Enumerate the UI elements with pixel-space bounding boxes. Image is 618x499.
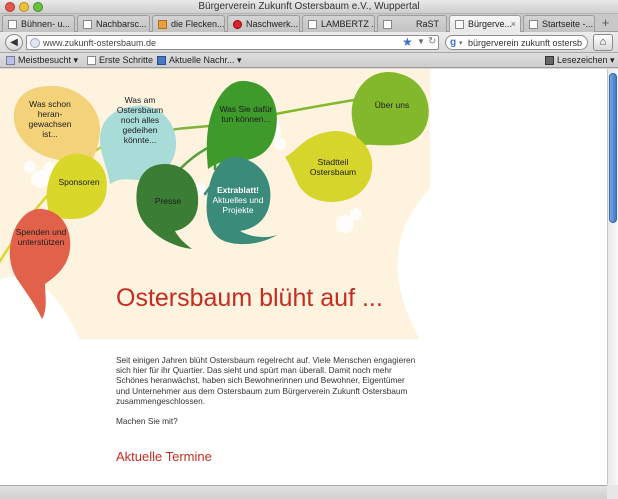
page-icon: [455, 20, 464, 29]
tab-naschwerk[interactable]: Naschwerk...: [227, 15, 300, 32]
tab-label: LAMBERTZ ...: [321, 19, 375, 29]
address-bar[interactable]: ★ ▼ ↻: [26, 35, 439, 50]
bookmark-label: Aktuelle Nachr...: [169, 55, 235, 65]
page-headline: Ostersbaum blüht auf ...: [116, 284, 383, 312]
globe-icon: [30, 38, 40, 48]
window-title-bar: Bürgerverein Zukunft Ostersbaum e.V., Wu…: [0, 0, 618, 14]
call-to-action-text: Machen Sie mit?: [116, 416, 178, 426]
bookmarks-folder-icon: [6, 56, 15, 65]
close-tab-icon[interactable]: ×: [511, 19, 516, 29]
bookmark-label: Erste Schritte: [99, 55, 154, 65]
status-bar: [0, 485, 607, 499]
google-icon[interactable]: g: [450, 37, 456, 48]
tab-label: RaST: [416, 19, 440, 29]
orange-site-icon: [158, 20, 167, 29]
navigation-toolbar: ◀ ★ ▼ ↻ g ▾ ⌂: [0, 32, 618, 53]
tab-nachbarschaft[interactable]: Nachbarsc...: [77, 15, 150, 32]
nav-leaf-was-schon[interactable]: Was schon heran- gewachsen ist...: [22, 99, 78, 139]
bookmarks-icon: [545, 56, 554, 65]
intro-paragraph: Seit einigen Jahren blüht Ostersbaum reg…: [116, 355, 416, 406]
nav-leaf-ueber-uns[interactable]: Über uns: [362, 100, 422, 110]
nav-leaf-spenden[interactable]: Spenden und unterstützen: [12, 227, 70, 247]
leaf-line: Über uns: [374, 100, 410, 110]
page-icon: [383, 20, 392, 29]
leaf-line: Stadtteil: [317, 157, 349, 167]
back-button[interactable]: ◀: [5, 34, 23, 51]
tab-strip: Bühnen- u... Nachbarsc... die Flecken...…: [0, 14, 618, 33]
leaf-line: Ostersbaum: [309, 167, 357, 177]
tab-label: Nachbarsc...: [96, 19, 147, 29]
leaf-line: Projekte: [222, 205, 254, 215]
bookmarks-menu-button[interactable]: Lesezeichen ▾: [545, 55, 615, 66]
home-button[interactable]: ⌂: [593, 34, 613, 51]
search-input[interactable]: [468, 37, 586, 49]
scrollbar-thumb[interactable]: [609, 73, 617, 223]
nav-leaf-was-sie-dafuer[interactable]: Was Sie dafür tun können...: [214, 104, 278, 124]
leaf-line: Spenden und: [15, 227, 67, 237]
tab-label: Bühnen- u...: [21, 19, 71, 29]
leaf-line: Was schon: [29, 99, 71, 109]
leaf-line: ist...: [42, 129, 58, 139]
bookmark-label: Meistbesucht: [18, 55, 72, 65]
leaf-line: noch alles: [120, 115, 160, 125]
section-heading-termine: Aktuelle Termine: [116, 449, 212, 464]
page-icon: [8, 20, 17, 29]
back-arrow-icon: ◀: [10, 37, 18, 48]
leaf-ueber-uns: [351, 71, 429, 149]
tab-die-flecken[interactable]: die Flecken...: [152, 15, 225, 32]
window-title: Bürgerverein Zukunft Ostersbaum e.V., Wu…: [198, 1, 420, 12]
search-engine-dropdown-icon[interactable]: ▾: [459, 39, 463, 47]
reload-icon[interactable]: ↻: [428, 36, 436, 47]
leaf-line: Ostersbaum: [116, 105, 164, 115]
nav-leaf-was-am-ostersbaum[interactable]: Was am Ostersbaum noch alles gedeihen kö…: [110, 95, 170, 145]
leaf-line: könnte...: [123, 135, 157, 145]
leaf-line: gedeihen: [122, 125, 158, 135]
nav-leaf-extrablatt[interactable]: Extrablatt! Aktuelles und Projekte: [207, 185, 269, 215]
tab-label: die Flecken...: [171, 19, 225, 29]
leaf-line: tun können...: [221, 114, 271, 124]
tab-buehnen[interactable]: Bühnen- u...: [2, 15, 75, 32]
page-icon: [529, 20, 538, 29]
page-icon: [87, 56, 96, 65]
tab-rast[interactable]: RaST: [377, 15, 447, 32]
nav-leaf-sponsoren[interactable]: Sponsoren: [54, 177, 104, 187]
bookmark-first-steps[interactable]: Erste Schritte: [87, 55, 153, 65]
leaf-line: Extrablatt!: [216, 185, 260, 195]
tab-lambertz[interactable]: LAMBERTZ ...: [302, 15, 375, 32]
bookmark-news[interactable]: Aktuelle Nachr... ▾: [157, 55, 242, 66]
page-icon: [83, 20, 92, 29]
leaf-line: Aktuelles und: [212, 195, 264, 205]
nav-leaf-stadtteil[interactable]: Stadtteil Ostersbaum: [302, 157, 364, 177]
leaf-line: Was am: [124, 95, 156, 105]
leaf-line: Sponsoren: [58, 177, 100, 187]
tab-label: Naschwerk...: [246, 19, 299, 29]
leaf-line: Presse: [154, 196, 182, 206]
page-icon: [308, 20, 317, 29]
bookmarks-bar: Meistbesucht ▾ Erste Schritte Aktuelle N…: [0, 53, 618, 68]
bookmark-most-visited[interactable]: Meistbesucht ▾: [6, 55, 78, 66]
rss-feed-icon: [157, 56, 166, 65]
nav-leaf-presse[interactable]: Presse: [140, 196, 196, 206]
page-content: Was schon heran- gewachsen ist... Was am…: [0, 69, 607, 485]
url-input[interactable]: [43, 37, 403, 49]
leaf-line: Was Sie dafür: [219, 104, 273, 114]
scroll-corner: [607, 485, 618, 499]
leaf-line: unterstützen: [17, 237, 65, 247]
tab-buergerverein[interactable]: Bürgerve... ×: [449, 15, 521, 33]
bookmark-star-icon[interactable]: ★: [402, 35, 413, 49]
tab-startseite[interactable]: Startseite -...: [523, 15, 595, 32]
new-tab-button[interactable]: +: [597, 16, 614, 31]
red-site-icon: [233, 20, 242, 29]
leaf-line: heran-: [37, 109, 63, 119]
leaf-line: gewachsen: [28, 119, 72, 129]
history-dropdown-icon[interactable]: ▼: [417, 37, 425, 46]
tab-label: Startseite -...: [542, 19, 594, 29]
vertical-scrollbar[interactable]: [607, 69, 618, 485]
home-icon: ⌂: [599, 36, 607, 48]
search-bar[interactable]: g ▾: [445, 35, 588, 50]
tab-label: Bürgerve...: [468, 19, 513, 29]
bookmark-label: Lesezeichen: [557, 55, 608, 65]
